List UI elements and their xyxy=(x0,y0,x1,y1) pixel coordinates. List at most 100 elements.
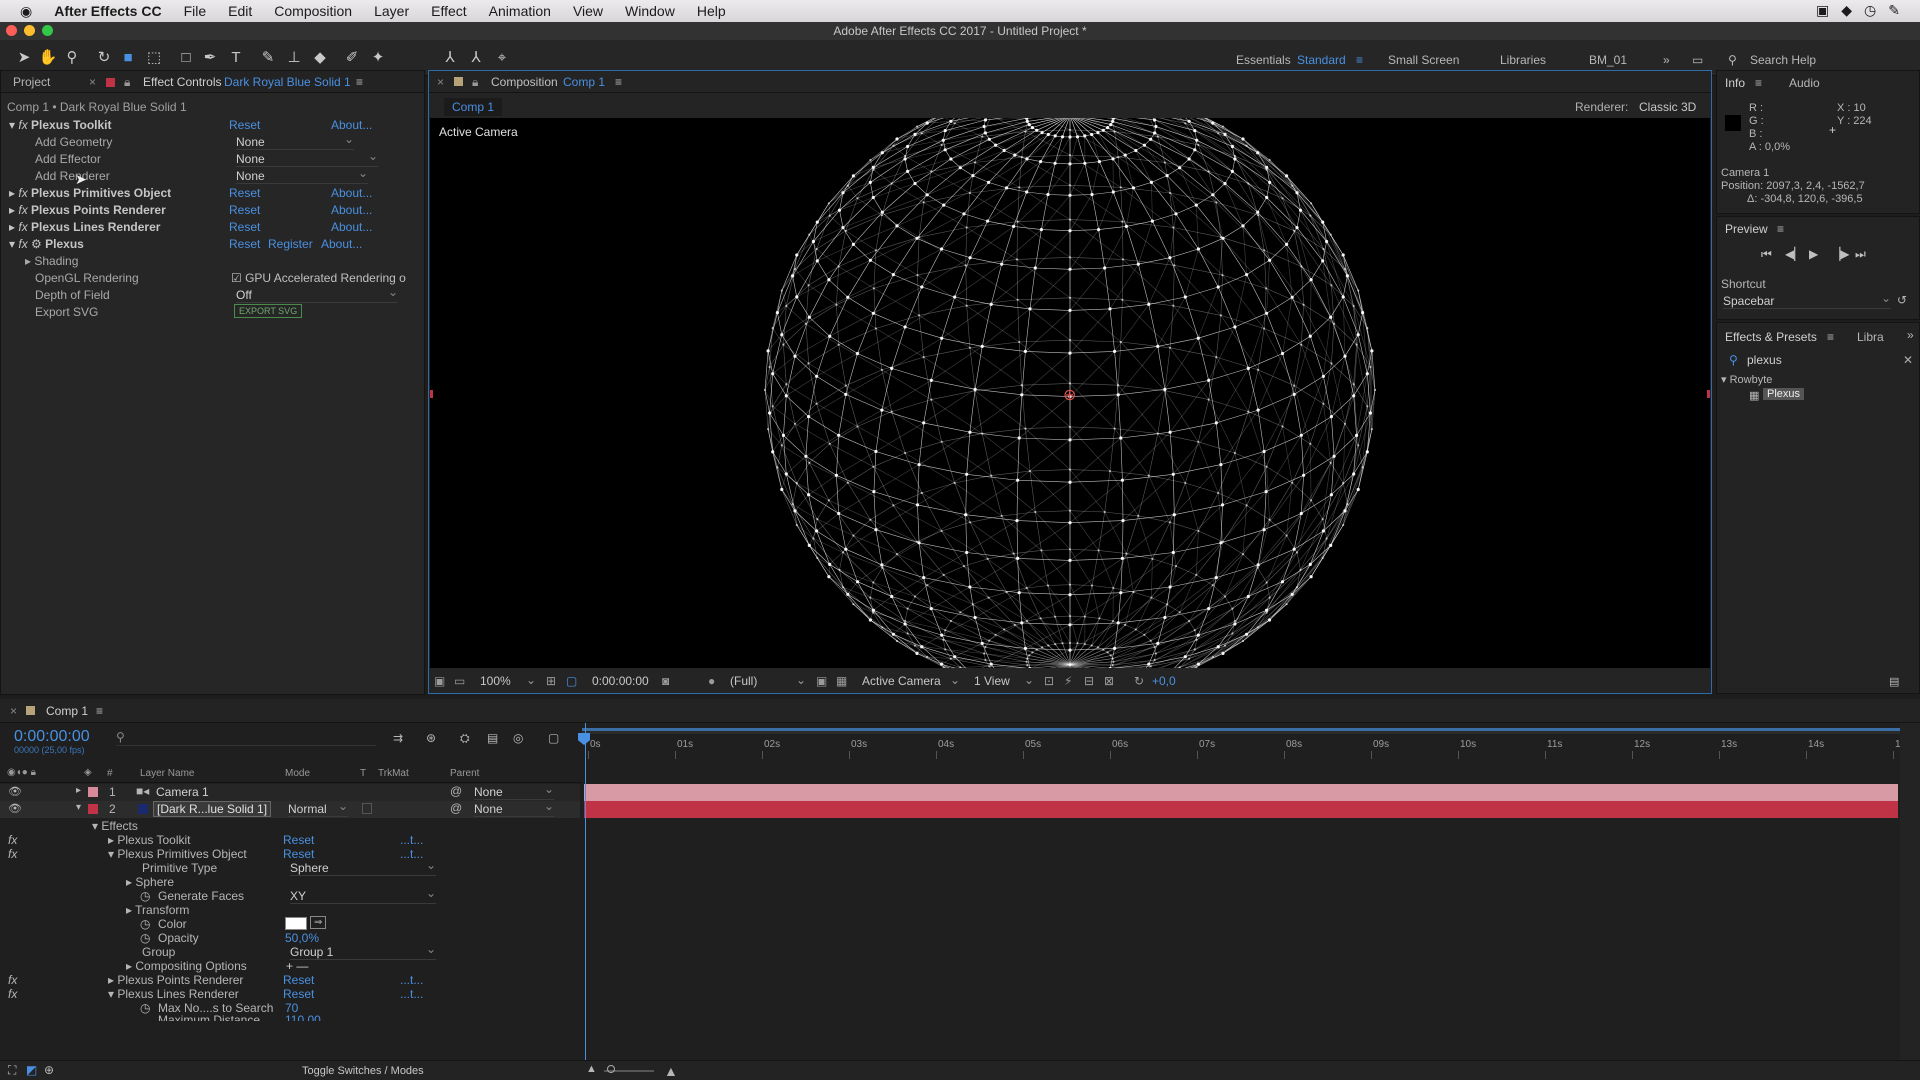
eyedropper-icon[interactable]: ⇒ xyxy=(310,916,327,929)
effect-plexus-lines-renderer[interactable]: ▸ fx Plexus Lines Renderer xyxy=(9,220,160,234)
motion-blur-icon[interactable]: ◎ xyxy=(513,731,523,745)
menu-edit[interactable]: Edit xyxy=(217,0,263,22)
anchor-point-icon[interactable]: ⊕ xyxy=(1063,385,1076,405)
previous-frame-icon[interactable]: ◀▏ xyxy=(1785,247,1803,261)
panel-menu-icon[interactable]: ≡ xyxy=(1777,222,1784,236)
timeline-scrollbar[interactable] xyxy=(1900,723,1920,1060)
panel-menu-icon[interactable]: ≡ xyxy=(96,704,103,718)
workspace-libraries[interactable]: Libraries xyxy=(1500,53,1546,67)
tab-audio[interactable]: Audio xyxy=(1789,76,1820,90)
safe-zones-icon[interactable]: ⊞ xyxy=(546,674,556,688)
pickwhip-icon[interactable]: @ xyxy=(450,784,462,798)
max-distance-value[interactable]: 110,00 xyxy=(285,1013,321,1021)
mask-visibility-icon[interactable]: ▢ xyxy=(566,674,577,688)
rotation-tool-icon[interactable]: ↻ xyxy=(94,48,114,68)
comp-mini-flowchart-icon[interactable]: ⇉ xyxy=(393,731,403,745)
local-axis-icon[interactable]: ⅄ xyxy=(440,48,460,68)
layer-row[interactable]: 👁︎ ▸ 1 ■◂ Camera 1 @ None xyxy=(0,782,580,801)
reset-button[interactable]: Reset xyxy=(283,973,314,987)
channel-icon[interactable]: ● xyxy=(708,674,715,688)
composition-name[interactable]: Comp 1 xyxy=(563,71,605,93)
transparency-grid-icon[interactable]: ▦ xyxy=(836,674,847,688)
search-help-input[interactable]: Search Help xyxy=(1750,53,1816,67)
view-layout-dropdown[interactable]: 1 View xyxy=(974,674,1010,688)
expression-link[interactable]: ...t... xyxy=(400,987,423,1001)
lock-icon[interactable]: 🔒︎ xyxy=(124,71,130,93)
generate-faces-dropdown[interactable]: XY xyxy=(290,886,436,904)
pan-behind-tool-icon[interactable]: ⬚ xyxy=(144,48,164,68)
expression-link[interactable]: ...t... xyxy=(400,973,423,987)
comp-flow-tab[interactable]: Comp 1 xyxy=(444,98,503,116)
camera-layer-bar[interactable] xyxy=(584,784,1898,801)
parent-dropdown[interactable]: None xyxy=(474,782,554,800)
color-swatch[interactable] xyxy=(285,917,307,930)
layer-name[interactable]: [Dark R...lue Solid 1] xyxy=(153,801,272,817)
expression-link[interactable]: ...t... xyxy=(400,847,423,861)
draft-3d-icon[interactable]: ⊛ xyxy=(426,731,436,745)
opengl-checkbox[interactable]: ☑ GPU Accelerated Rendering o xyxy=(231,271,406,285)
effect-controls-layer-name[interactable]: Dark Royal Blue Solid 1 xyxy=(224,71,351,93)
layer-name[interactable]: Camera 1 xyxy=(156,785,209,799)
rectangle-tool-icon[interactable]: □ xyxy=(176,48,196,68)
snapshot-icon[interactable]: ◙ xyxy=(662,674,669,688)
close-tab-icon[interactable]: × xyxy=(10,704,17,718)
timeline-timecode[interactable]: 0:00:00:00 xyxy=(14,728,90,746)
last-frame-icon[interactable]: ⏭ xyxy=(1855,247,1866,262)
tab-project[interactable]: Project xyxy=(13,71,50,93)
fx-icon[interactable]: fx xyxy=(8,973,17,987)
prop-transform[interactable]: ▸ Transform xyxy=(126,903,189,917)
menu-help[interactable]: Help xyxy=(686,0,737,22)
play-icon[interactable]: ▶ xyxy=(1809,247,1818,261)
zoom-slider-handle[interactable] xyxy=(607,1065,615,1073)
menu-effect[interactable]: Effect xyxy=(420,0,478,22)
clone-stamp-tool-icon[interactable]: ⊥ xyxy=(284,48,304,68)
stopwatch-icon[interactable]: ◷ xyxy=(140,917,150,931)
reset-exposure-icon[interactable]: ↻ xyxy=(1134,674,1144,688)
effect-item-plexus[interactable]: Plexus xyxy=(1763,388,1805,400)
tab-libraries[interactable]: Libra xyxy=(1857,330,1884,344)
menu-composition[interactable]: Composition xyxy=(263,0,363,22)
effect-plexus[interactable]: ▾ fx ⚙ Plexus xyxy=(9,237,84,251)
parent-dropdown[interactable]: None xyxy=(474,799,554,817)
new-item-icon[interactable]: ▤ xyxy=(1889,675,1899,688)
add-renderer-dropdown[interactable]: None xyxy=(236,166,368,184)
effects-search-input[interactable]: plexus xyxy=(1747,353,1782,367)
menu-file[interactable]: File xyxy=(173,0,218,22)
about-link[interactable]: About... xyxy=(331,118,372,132)
shortcut-dropdown[interactable]: Spacebar xyxy=(1723,291,1891,309)
workspace-essentials[interactable]: Essentials xyxy=(1236,53,1291,67)
reset-button[interactable]: Reset xyxy=(229,118,260,132)
current-time-indicator[interactable] xyxy=(585,723,586,1060)
apple-menu-icon[interactable]: ◉ xyxy=(0,0,43,22)
export-svg-button[interactable]: EXPORT SVG xyxy=(234,304,303,318)
graph-editor-icon[interactable]: ▢ xyxy=(548,731,559,745)
workspace-bm01[interactable]: BM_01 xyxy=(1589,53,1627,67)
add-geometry-dropdown[interactable]: None xyxy=(236,132,354,150)
prop-compositing-options[interactable]: ▸ Compositing Options xyxy=(126,959,247,973)
panel-menu-icon[interactable]: ≡ xyxy=(1827,330,1834,344)
overflow-icon[interactable]: » xyxy=(1907,328,1914,342)
solid-layer-bar[interactable] xyxy=(584,801,1898,818)
reset-button[interactable]: Reset xyxy=(229,186,260,200)
effects-group[interactable]: ▾ Effects xyxy=(92,819,138,833)
toggle-pixel-icon[interactable]: ⊡ xyxy=(1044,674,1054,688)
chevron-down-icon[interactable]: ⌄ xyxy=(526,673,536,687)
in-out-icon[interactable]: ⊕ xyxy=(44,1063,54,1077)
layer-color-label[interactable] xyxy=(88,787,98,797)
flowchart-icon[interactable]: ⊠ xyxy=(1104,674,1114,688)
workspace-overflow-icon[interactable]: » xyxy=(1663,53,1670,67)
zoom-window-button[interactable] xyxy=(42,25,53,36)
layer-row[interactable]: 👁︎ ▾ 2 [Dark R...lue Solid 1] Normal @ N… xyxy=(0,799,580,818)
clear-search-icon[interactable]: ✕ xyxy=(1903,353,1913,367)
visibility-icon[interactable]: 👁︎ xyxy=(8,802,22,815)
prop-plexus-points-renderer[interactable]: ▸ Plexus Points Renderer xyxy=(108,973,243,987)
shading-group[interactable]: ▸ Shading xyxy=(25,254,78,268)
reset-button[interactable]: Reset xyxy=(229,220,260,234)
close-tab-icon[interactable]: × xyxy=(437,71,444,93)
exposure-value[interactable]: +0,0 xyxy=(1152,674,1176,688)
zoom-in-icon[interactable]: ▲ xyxy=(664,1063,678,1079)
composition-tab-label[interactable]: Composition xyxy=(491,71,558,93)
about-link[interactable]: About... xyxy=(331,203,372,217)
prop-plexus-toolkit[interactable]: ▸ Plexus Toolkit xyxy=(108,833,191,847)
primitive-type-dropdown[interactable]: Sphere xyxy=(290,858,436,876)
